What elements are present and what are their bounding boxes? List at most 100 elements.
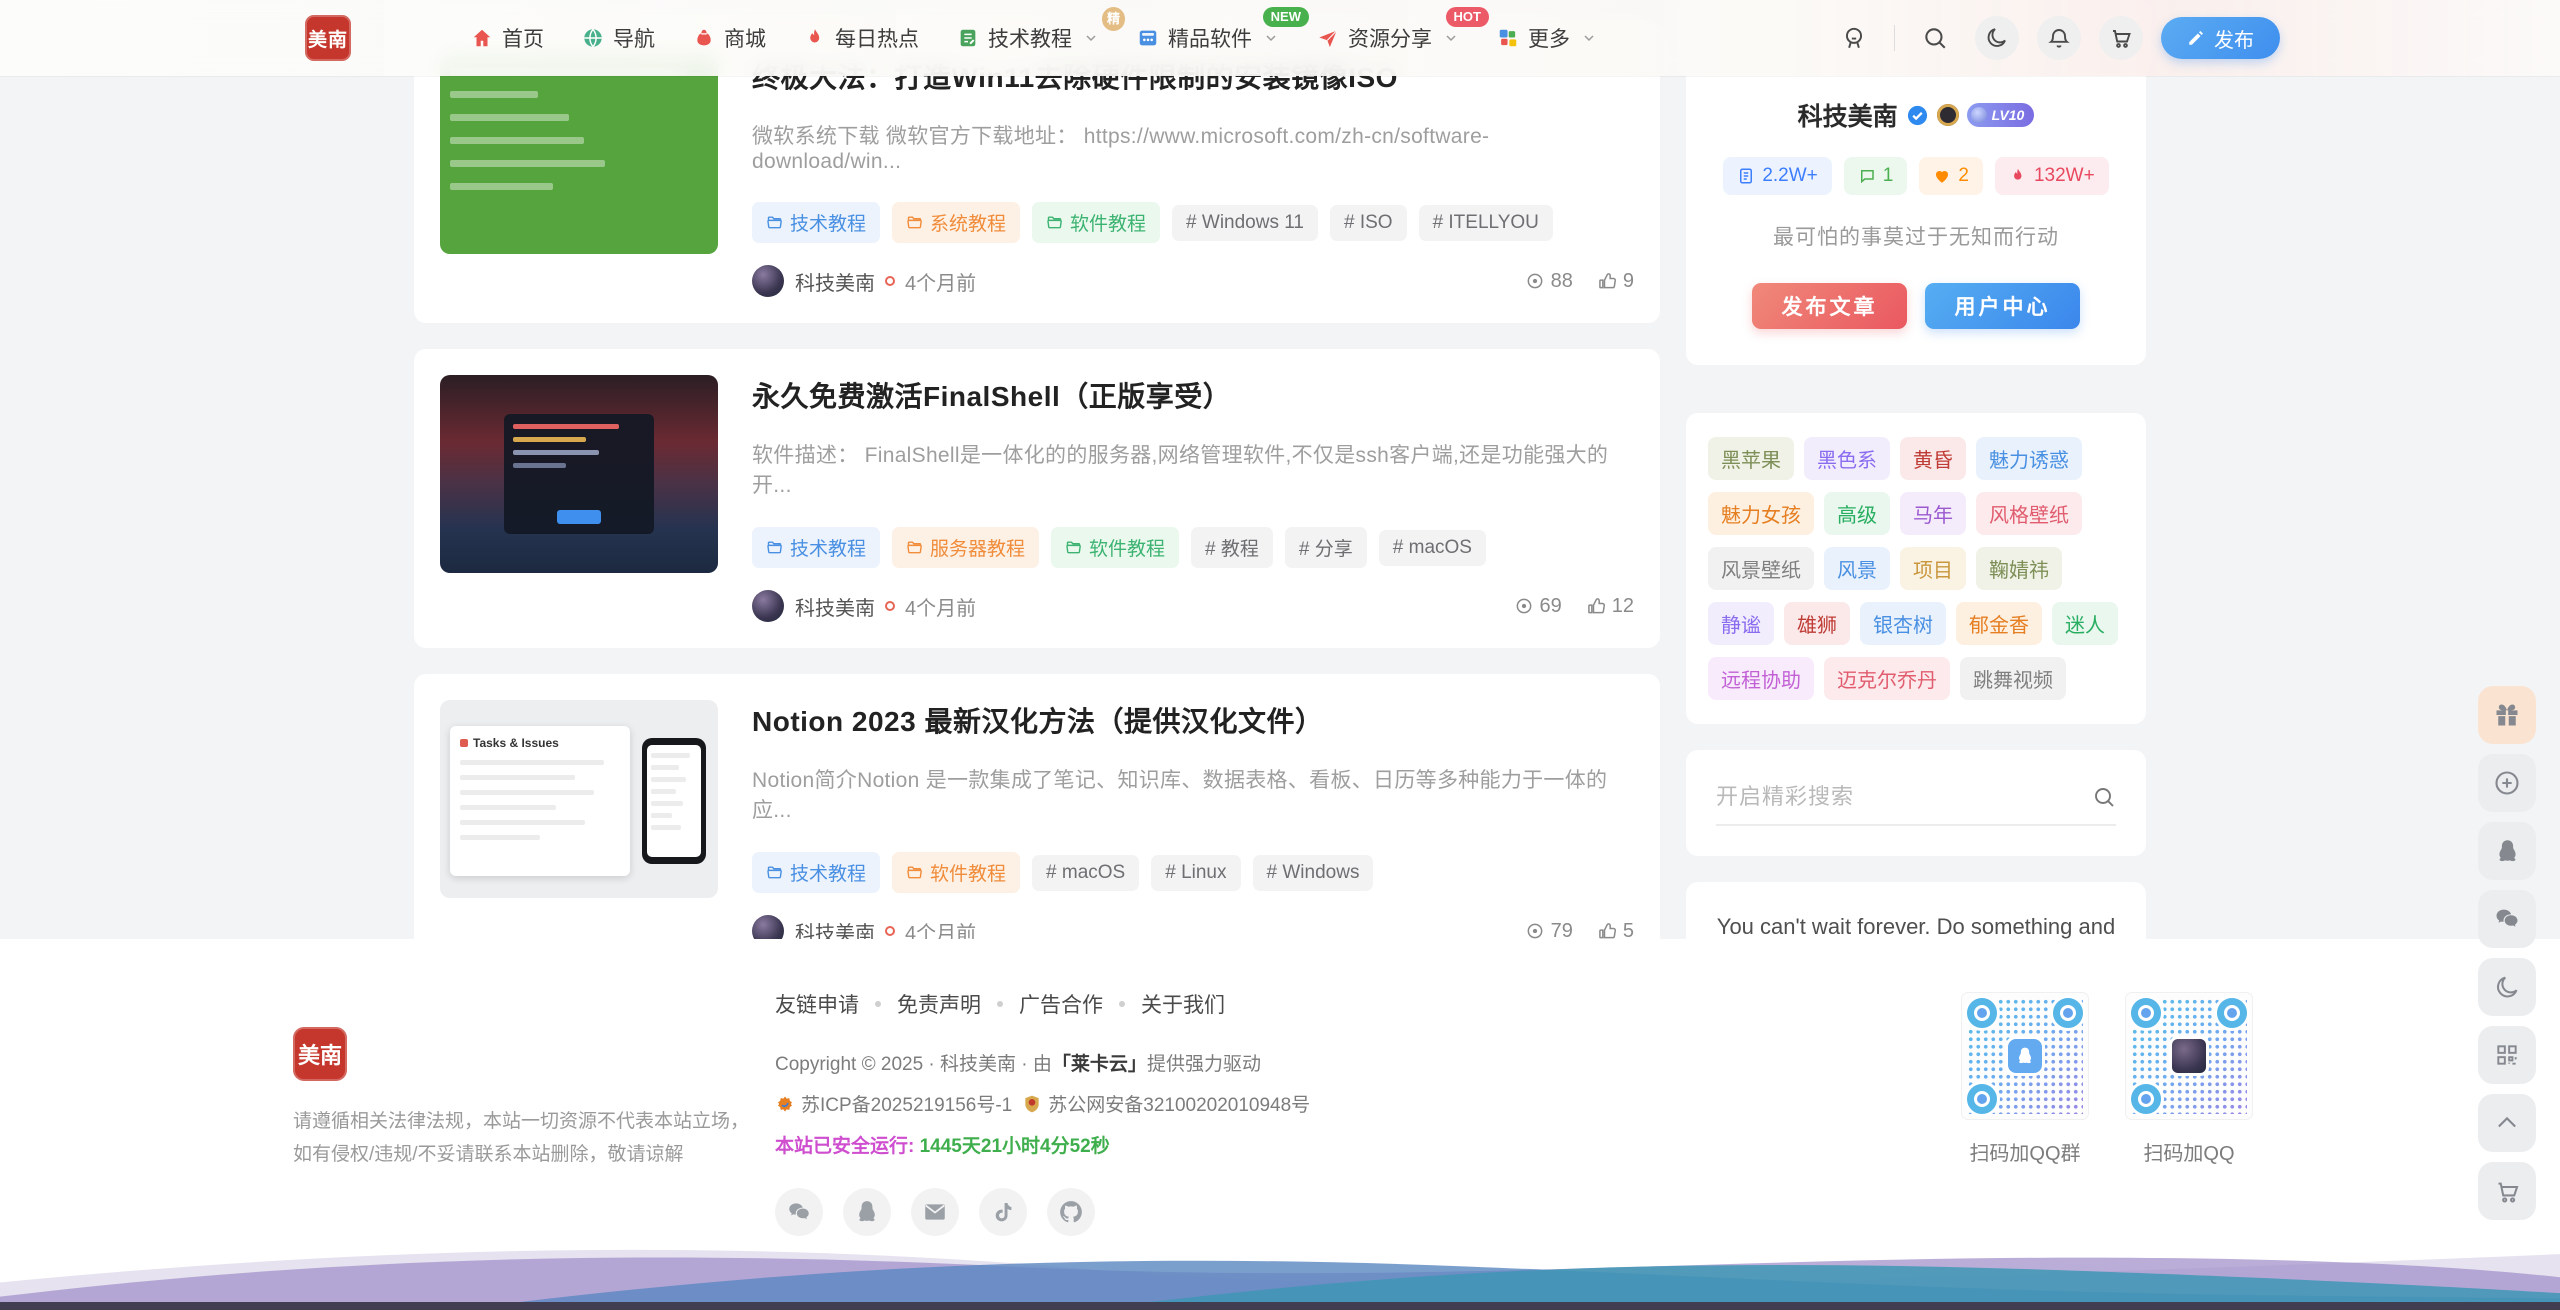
hashtag-chip[interactable]: # Windows bbox=[1253, 855, 1374, 891]
cloud-tag[interactable]: 静谧 bbox=[1708, 602, 1774, 645]
add-button[interactable] bbox=[2478, 754, 2536, 812]
cloud-tag[interactable]: 黑苹果 bbox=[1708, 437, 1794, 480]
icp-record-link[interactable]: 苏ICP备2025219156号-1 bbox=[775, 1090, 1012, 1117]
article-thumbnail[interactable]: Tasks & Issues bbox=[440, 700, 718, 898]
category-chip[interactable]: 服务器教程 bbox=[892, 527, 1039, 568]
article-thumbnail[interactable] bbox=[440, 375, 718, 573]
cart-button[interactable] bbox=[2478, 1162, 2536, 1220]
author-name[interactable]: 科技美南 bbox=[795, 592, 875, 621]
wechat-icon[interactable] bbox=[775, 1188, 823, 1236]
qq-contact-button[interactable] bbox=[2478, 822, 2536, 880]
article-tags: 技术教程 系统教程 软件教程 # Windows 11 # ISO # ITEL… bbox=[752, 202, 1634, 243]
nav-item-more[interactable]: 更多 bbox=[1497, 23, 1597, 53]
nav-item-home[interactable]: 首页 bbox=[471, 23, 544, 53]
bell-icon[interactable] bbox=[2037, 16, 2081, 60]
cloud-tag[interactable]: 黑色系 bbox=[1804, 437, 1890, 480]
publish-button[interactable]: 发布 bbox=[2161, 17, 2280, 59]
folder-icon bbox=[766, 864, 783, 881]
category-chip[interactable]: 技术教程 bbox=[752, 852, 880, 893]
search-icon[interactable] bbox=[2092, 785, 2116, 809]
category-chip[interactable]: 软件教程 bbox=[892, 852, 1020, 893]
divider bbox=[1894, 25, 1895, 51]
cart-icon[interactable] bbox=[2099, 16, 2143, 60]
cloud-tag[interactable]: 远程协助 bbox=[1708, 657, 1814, 700]
nav-item-software[interactable]: 精品软件 NEW bbox=[1137, 23, 1279, 53]
cloud-tag[interactable]: 魅力诱惑 bbox=[1976, 437, 2082, 480]
user-icon[interactable] bbox=[1832, 16, 1876, 60]
night-mode-button[interactable] bbox=[2478, 958, 2536, 1016]
nav-item-navigation[interactable]: 导航 bbox=[582, 23, 655, 53]
nav-item-tutorials[interactable]: 技术教程 精 bbox=[957, 23, 1099, 53]
medal-icon bbox=[1937, 104, 1959, 126]
article-title[interactable]: 永久免费激活FinalShell（正版享受） bbox=[752, 375, 1634, 415]
cloud-tag[interactable]: 迷人 bbox=[2052, 602, 2118, 645]
hashtag-chip[interactable]: # macOS bbox=[1032, 855, 1139, 891]
search-input[interactable] bbox=[1716, 784, 2092, 810]
globe-icon bbox=[582, 27, 604, 49]
cloud-tag[interactable]: 雄狮 bbox=[1784, 602, 1850, 645]
hashtag-chip[interactable]: # 分享 bbox=[1285, 527, 1367, 568]
wechat-contact-button[interactable] bbox=[2478, 890, 2536, 948]
cloud-tag[interactable]: 郁金香 bbox=[1956, 602, 2042, 645]
footer-link[interactable]: 关于我们 bbox=[1141, 989, 1225, 1019]
views-icon bbox=[1525, 921, 1545, 941]
cloud-tag[interactable]: 马年 bbox=[1900, 492, 1966, 535]
gift-button[interactable] bbox=[2478, 686, 2536, 744]
author-name[interactable]: 科技美南 bbox=[795, 267, 875, 296]
footer-link[interactable]: 广告合作 bbox=[1019, 989, 1103, 1019]
footer-logo[interactable]: 美南 bbox=[293, 1027, 347, 1081]
cloud-tag[interactable]: 风格壁纸 bbox=[1976, 492, 2082, 535]
back-to-top-button[interactable] bbox=[2478, 1094, 2536, 1152]
verified-icon bbox=[1906, 104, 1929, 127]
category-chip[interactable]: 技术教程 bbox=[752, 527, 880, 568]
nav-item-shop[interactable]: 商城 bbox=[693, 23, 766, 53]
site-logo[interactable]: 美南 bbox=[305, 15, 351, 61]
github-icon[interactable] bbox=[1047, 1188, 1095, 1236]
nav-item-hotspots[interactable]: 每日热点 bbox=[804, 23, 919, 53]
chevron-down-icon bbox=[1581, 30, 1597, 46]
qrcode-button[interactable] bbox=[2478, 1026, 2536, 1084]
police-record-link[interactable]: 苏公网安备32100202010948号 bbox=[1022, 1090, 1310, 1117]
profile-name[interactable]: 科技美南 bbox=[1798, 97, 1898, 133]
hashtag-chip[interactable]: # macOS bbox=[1379, 530, 1486, 566]
article-title[interactable]: Notion 2023 最新汉化方法（提供汉化文件） bbox=[752, 700, 1634, 740]
footer-link[interactable]: 免责声明 bbox=[897, 989, 981, 1019]
plus-circle-icon bbox=[2493, 769, 2521, 797]
likes-count[interactable]: 12 bbox=[1586, 595, 1634, 618]
hashtag-chip[interactable]: # ITELLYOU bbox=[1419, 205, 1553, 241]
post-article-button[interactable]: 发布文章 bbox=[1752, 283, 1907, 329]
search-icon[interactable] bbox=[1913, 16, 1957, 60]
cloud-tag[interactable]: 风景壁纸 bbox=[1708, 547, 1814, 590]
cloud-tag[interactable]: 银杏树 bbox=[1860, 602, 1946, 645]
cloud-tag[interactable]: 跳舞视频 bbox=[1960, 657, 2066, 700]
hashtag-chip[interactable]: # 教程 bbox=[1191, 527, 1273, 568]
footer-link[interactable]: 友链申请 bbox=[775, 989, 859, 1019]
author-avatar[interactable] bbox=[752, 265, 784, 297]
email-icon[interactable] bbox=[911, 1188, 959, 1236]
cloud-tag[interactable]: 魅力女孩 bbox=[1708, 492, 1814, 535]
hashtag-chip[interactable]: # ISO bbox=[1330, 205, 1407, 241]
dark-mode-icon[interactable] bbox=[1975, 16, 2019, 60]
user-center-button[interactable]: 用户中心 bbox=[1925, 283, 2080, 329]
nav-item-resources[interactable]: 资源分享 HOT bbox=[1317, 23, 1459, 53]
cloud-tag[interactable]: 风景 bbox=[1824, 547, 1890, 590]
tiktok-icon[interactable] bbox=[979, 1188, 1027, 1236]
article-thumbnail[interactable] bbox=[440, 56, 718, 254]
cloud-tag[interactable]: 鞠婧祎 bbox=[1976, 547, 2062, 590]
article-excerpt: 软件描述： FinalShell是一体化的的服务器,网络管理软件,不仅是ssh客… bbox=[752, 439, 1634, 499]
qr-label: 扫码加QQ群 bbox=[1962, 1137, 2088, 1166]
hashtag-chip[interactable]: # Linux bbox=[1151, 855, 1240, 891]
qq-icon[interactable] bbox=[843, 1188, 891, 1236]
category-chip[interactable]: 系统教程 bbox=[892, 202, 1020, 243]
category-chip[interactable]: 技术教程 bbox=[752, 202, 880, 243]
likes-count[interactable]: 9 bbox=[1597, 270, 1634, 293]
hashtag-chip[interactable]: # Windows 11 bbox=[1172, 205, 1318, 241]
cloud-tag[interactable]: 黄昏 bbox=[1900, 437, 1966, 480]
category-chip[interactable]: 软件教程 bbox=[1032, 202, 1160, 243]
cloud-tag[interactable]: 项目 bbox=[1900, 547, 1966, 590]
cloud-tag[interactable]: 迈克尔乔丹 bbox=[1824, 657, 1950, 700]
author-avatar[interactable] bbox=[752, 590, 784, 622]
cloud-tag[interactable]: 高级 bbox=[1824, 492, 1890, 535]
category-chip[interactable]: 软件教程 bbox=[1051, 527, 1179, 568]
article-card: 永久免费激活FinalShell（正版享受） 软件描述： FinalShell是… bbox=[414, 349, 1660, 648]
